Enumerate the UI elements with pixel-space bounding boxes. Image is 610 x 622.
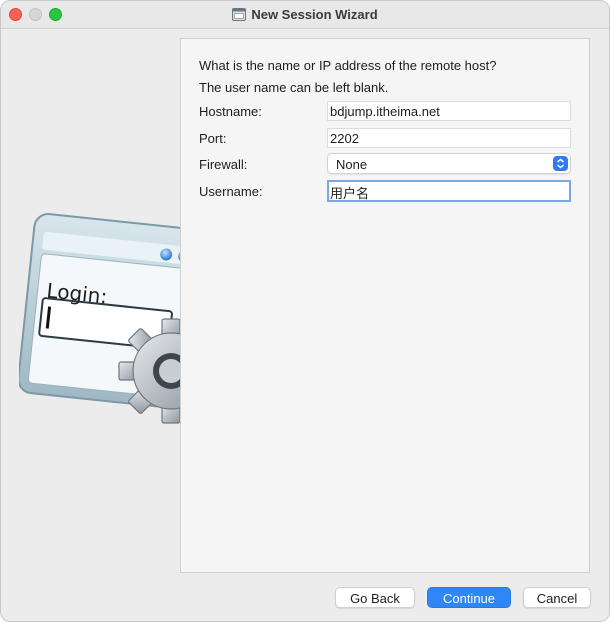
terminal-window-icon: [232, 8, 247, 21]
wizard-hint: The user name can be left blank.: [199, 80, 389, 95]
hostname-label: Hostname:: [199, 104, 262, 119]
continue-button[interactable]: Continue: [427, 587, 511, 608]
go-back-button[interactable]: Go Back: [335, 587, 415, 608]
window-title: New Session Wizard: [251, 7, 378, 22]
username-input[interactable]: 用户名: [327, 180, 571, 202]
title-bar: New Session Wizard: [1, 1, 609, 29]
chevron-up-down-icon: [553, 156, 568, 171]
firewall-select[interactable]: None: [327, 153, 571, 174]
cancel-button[interactable]: Cancel: [523, 587, 591, 608]
wizard-window: New Session Wizard Login: What is the na…: [0, 0, 610, 622]
username-label: Username:: [199, 184, 263, 199]
port-input[interactable]: 2202: [327, 128, 571, 148]
firewall-label: Firewall:: [199, 157, 248, 172]
hostname-input[interactable]: bdjump.itheima.net: [327, 101, 571, 121]
firewall-selected-value: None: [336, 157, 368, 172]
window-title-area: New Session Wizard: [1, 7, 609, 22]
wizard-question: What is the name or IP address of the re…: [199, 58, 497, 73]
port-label: Port:: [199, 131, 227, 146]
